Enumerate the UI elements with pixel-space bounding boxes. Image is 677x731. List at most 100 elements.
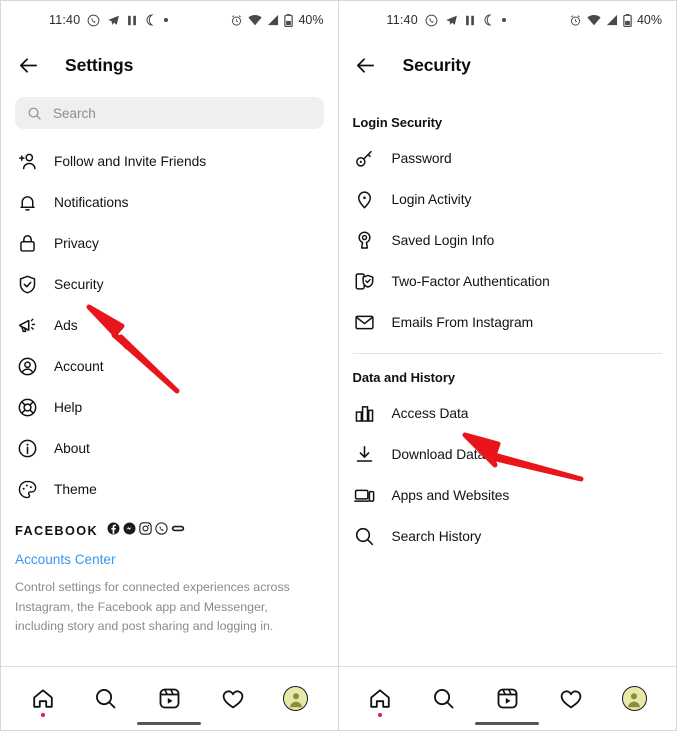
security-item-label: Apps and Websites — [391, 488, 510, 503]
sidebar-item-ads[interactable]: Ads — [1, 305, 338, 346]
bottom-nav-left — [1, 666, 338, 730]
sidebar-item-label: Security — [54, 277, 104, 292]
facebook-icon — [107, 522, 120, 540]
back-arrow-icon[interactable] — [15, 52, 41, 78]
nav-item-profile[interactable] — [612, 679, 656, 719]
signal-icon — [606, 14, 618, 26]
security-item-search-history[interactable]: Search History — [339, 516, 677, 557]
location-pin-icon — [353, 188, 377, 212]
lifebuoy-icon — [15, 396, 39, 420]
facebook-title-row: FACEBOOK — [15, 522, 324, 540]
two-factor-shield-icon — [353, 270, 377, 294]
settings-panel: 11:40 40% Settings Search Follow and Inv… — [1, 1, 339, 730]
battery-icon — [623, 13, 632, 27]
pause-icon — [465, 15, 475, 26]
bell-icon — [15, 191, 39, 215]
security-item-saved-login-info[interactable]: Saved Login Info — [339, 220, 677, 261]
nav-item-reels[interactable] — [147, 679, 191, 719]
search-container — [1, 91, 338, 133]
security-item-label: Search History — [391, 529, 482, 544]
security-item-label: Two-Factor Authentication — [391, 274, 550, 289]
status-bar-right: 11:40 40% — [339, 1, 677, 39]
sidebar-item-about[interactable]: About — [1, 428, 338, 469]
security-item-apps-and-websites[interactable]: Apps and Websites — [339, 475, 677, 516]
settings-list: Follow and Invite Friends Notifications … — [1, 133, 338, 666]
home-indicator — [137, 722, 202, 725]
palette-icon — [15, 478, 39, 502]
facebook-brand-icons — [107, 522, 185, 540]
telegram-icon — [445, 14, 458, 27]
sidebar-item-label: About — [54, 441, 90, 456]
sidebar-item-label: Follow and Invite Friends — [54, 154, 207, 169]
sidebar-item-label: Help — [54, 400, 83, 415]
telegram-icon — [107, 14, 120, 27]
sidebar-item-help[interactable]: Help — [1, 387, 338, 428]
whatsapp-icon — [425, 14, 438, 27]
nav-item-home[interactable] — [358, 679, 402, 719]
sidebar-item-account[interactable]: Account — [1, 346, 338, 387]
nav-item-activity[interactable] — [211, 679, 255, 719]
security-list: Login Security Password Login Activity S… — [339, 91, 677, 666]
home-badge-dot — [378, 712, 383, 717]
battery-percent: 40% — [636, 13, 662, 27]
security-item-password[interactable]: Password — [339, 138, 677, 179]
moon-icon — [144, 14, 156, 26]
sidebar-item-label: Ads — [54, 318, 78, 333]
security-item-label: Download Data — [391, 447, 486, 462]
sidebar-item-theme[interactable]: Theme — [1, 469, 338, 510]
whatsapp-icon — [155, 522, 168, 540]
facebook-description: Control settings for connected experienc… — [15, 580, 290, 634]
security-item-emails-from-instagram[interactable]: Emails From Instagram — [339, 302, 677, 343]
alarm-icon — [230, 14, 243, 27]
whatsapp-icon — [87, 14, 100, 27]
search-icon — [353, 525, 377, 549]
page-title: Settings — [65, 54, 134, 75]
envelope-icon — [353, 311, 377, 335]
search-input[interactable] — [53, 105, 312, 121]
sidebar-item-label: Theme — [54, 482, 97, 497]
sidebar-item-notifications[interactable]: Notifications — [1, 182, 338, 223]
search-box[interactable] — [15, 97, 324, 129]
nav-item-search[interactable] — [84, 679, 128, 719]
nav-item-search[interactable] — [422, 679, 466, 719]
nav-item-home[interactable] — [21, 679, 65, 719]
sidebar-item-security[interactable]: Security — [1, 264, 338, 305]
shield-check-icon — [15, 273, 39, 297]
keyhole-icon — [353, 229, 377, 253]
profile-avatar[interactable] — [621, 686, 647, 711]
lock-icon — [15, 232, 39, 256]
sidebar-item-privacy[interactable]: Privacy — [1, 223, 338, 264]
download-icon — [353, 443, 377, 467]
sidebar-item-label: Notifications — [54, 195, 129, 210]
section-title-data-and-history: Data and History — [352, 370, 456, 385]
security-item-two-factor-authentication[interactable]: Two-Factor Authentication — [339, 261, 677, 302]
accounts-center-link[interactable]: Accounts Center — [15, 552, 324, 567]
search-icon — [27, 106, 42, 121]
nav-item-activity[interactable] — [549, 679, 593, 719]
status-bar-left: 11:40 40% — [1, 1, 338, 39]
security-item-login-activity[interactable]: Login Activity — [339, 179, 677, 220]
sidebar-item-follow-and-invite-friends[interactable]: Follow and Invite Friends — [1, 141, 338, 182]
nav-item-profile[interactable] — [274, 679, 318, 719]
security-panel: 11:40 40% Security Login Security Passwo… — [338, 1, 677, 730]
profile-avatar[interactable] — [283, 686, 309, 711]
security-item-download-data[interactable]: Download Data — [339, 434, 677, 475]
security-item-label: Emails From Instagram — [391, 315, 534, 330]
sidebar-item-label: Account — [54, 359, 104, 374]
status-time: 11:40 — [49, 13, 81, 27]
security-item-label: Login Activity — [391, 192, 472, 207]
info-circle-icon — [15, 437, 39, 461]
security-item-label: Saved Login Info — [391, 233, 495, 248]
facebook-label: FACEBOOK — [15, 524, 99, 538]
back-arrow-icon[interactable] — [353, 52, 379, 78]
pause-icon — [127, 15, 137, 26]
messenger-icon — [123, 522, 136, 540]
battery-percent: 40% — [298, 13, 324, 27]
security-header: Security — [339, 39, 677, 91]
portal-icon — [171, 522, 185, 540]
status-time: 11:40 — [386, 13, 418, 27]
security-item-access-data[interactable]: Access Data — [339, 393, 677, 434]
account-circle-icon — [15, 355, 39, 379]
nav-item-reels[interactable] — [485, 679, 529, 719]
settings-header: Settings — [1, 39, 338, 91]
